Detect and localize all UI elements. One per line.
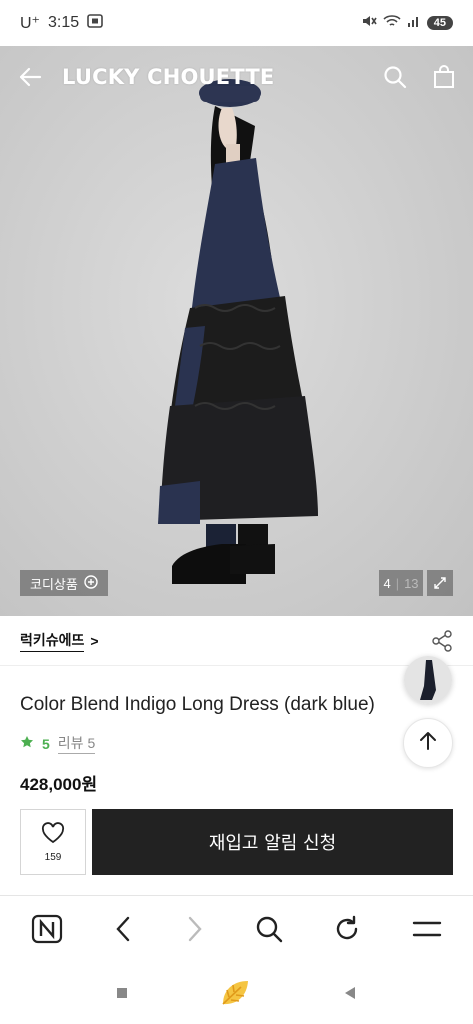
wifi-icon: [383, 14, 401, 33]
image-index: 4: [383, 575, 391, 591]
naver-n-icon[interactable]: [31, 914, 63, 944]
battery-indicator: 45: [426, 16, 453, 30]
counter-separator: |: [395, 575, 400, 591]
brand-name: 럭키슈에뜨: [20, 630, 85, 652]
recent-product-thumbnail[interactable]: [404, 656, 452, 704]
browser-toolbar: [0, 896, 473, 962]
expand-icon[interactable]: [427, 570, 453, 596]
triangle-back-icon[interactable]: [343, 986, 357, 1000]
action-bar: 159 재입고 알림 신청: [20, 809, 453, 875]
browser-search-icon[interactable]: [255, 915, 283, 943]
codi-label: 코디상품: [30, 576, 78, 592]
scroll-top-button[interactable]: [403, 718, 453, 768]
star-icon: [20, 735, 34, 752]
product-image-carousel[interactable]: LUCKY CHOUETTE 코디상품 4 | 13: [0, 46, 473, 616]
like-button[interactable]: 159: [20, 809, 86, 875]
model-photo: [158, 79, 318, 584]
mute-icon: [361, 14, 377, 33]
refresh-icon[interactable]: [333, 915, 361, 943]
system-navigation: [0, 962, 473, 1024]
shopping-bag-icon[interactable]: [433, 65, 455, 89]
share-icon[interactable]: [431, 629, 453, 652]
plus-circle-icon: [84, 574, 98, 592]
square-icon[interactable]: [116, 987, 128, 999]
chevron-right-icon[interactable]: [184, 916, 204, 942]
rating-row: 5 리뷰 5: [20, 733, 96, 754]
screenshot-icon: [87, 13, 103, 33]
status-bar: U⁺ 3:15 45: [0, 0, 473, 46]
arrow-up-icon: [419, 731, 437, 756]
menu-icon[interactable]: [412, 919, 442, 939]
image-counter: 4 | 13: [379, 570, 423, 596]
signal-icon: [407, 14, 421, 33]
like-count: 159: [44, 851, 62, 863]
rating-value: 5: [42, 735, 50, 752]
codi-products-button[interactable]: 코디상품: [20, 570, 108, 596]
top-navigation: LUCKY CHOUETTE: [0, 46, 473, 108]
clock: 3:15: [48, 14, 80, 31]
product-price: 428,000원: [20, 775, 98, 794]
chevron-left-icon[interactable]: [114, 916, 134, 942]
product-title: Color Blend Indigo Long Dress (dark blue…: [20, 694, 375, 715]
review-link[interactable]: 리뷰 5: [57, 733, 96, 754]
leaf-icon[interactable]: [219, 978, 251, 1008]
search-icon[interactable]: [383, 65, 407, 89]
heart-icon: [41, 821, 65, 849]
chevron-right-small-icon: >: [90, 632, 99, 649]
brand-logo[interactable]: LUCKY CHOUETTE: [62, 65, 274, 89]
brand-row: 럭키슈에뜨 >: [0, 616, 473, 666]
brand-link[interactable]: 럭키슈에뜨 >: [20, 630, 99, 652]
back-arrow-icon[interactable]: [18, 67, 42, 87]
restock-alert-button[interactable]: 재입고 알림 신청: [92, 809, 453, 875]
carrier-label: U⁺: [20, 15, 40, 32]
image-total: 13: [404, 575, 419, 591]
